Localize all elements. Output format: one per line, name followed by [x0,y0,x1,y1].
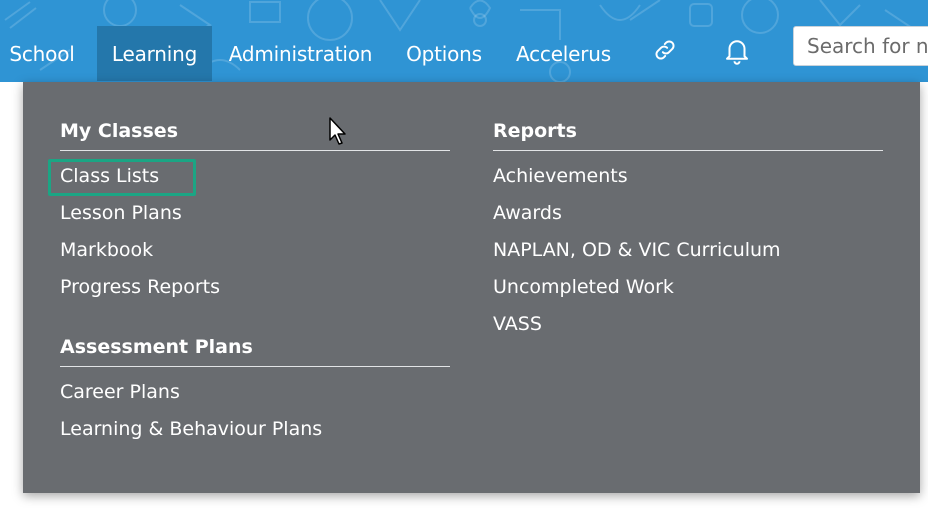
nav-learning[interactable]: Learning [97,26,212,81]
nav-options[interactable]: Options [400,26,488,81]
nav-accelerus[interactable]: Accelerus [510,26,617,81]
menu-item-uncompleted-work[interactable]: Uncompleted Work [493,274,883,311]
mouse-pointer-icon [329,117,346,145]
link-icon[interactable] [648,30,682,70]
menu-item-learning-behaviour-plans[interactable]: Learning & Behaviour Plans [60,416,450,453]
section-heading-my-classes: My Classes [60,120,450,151]
bell-icon[interactable] [718,30,756,70]
menu-item-naplan-od-vic-curriculum[interactable]: NAPLAN, OD & VIC Curriculum [493,237,883,274]
menu-item-career-plans[interactable]: Career Plans [60,379,450,416]
section-heading-assessment-plans: Assessment Plans [60,336,450,367]
learning-dropdown-menu: My Classes Class Lists Lesson Plans Mark… [23,82,920,493]
class-lists-highlight [48,159,196,196]
menu-item-lesson-plans[interactable]: Lesson Plans [60,200,450,237]
nav-administration[interactable]: Administration [224,26,377,81]
search-input[interactable] [793,26,928,66]
top-navigation-bar: School Learning Administration Options A… [0,0,928,82]
menu-item-achievements[interactable]: Achievements [493,163,883,200]
menu-item-vass[interactable]: VASS [493,311,883,348]
menu-item-awards[interactable]: Awards [493,200,883,237]
dropdown-right-column: Reports Achievements Awards NAPLAN, OD &… [493,120,883,348]
nav-school[interactable]: School [0,26,84,81]
menu-item-progress-reports[interactable]: Progress Reports [60,274,450,311]
section-heading-reports: Reports [493,120,883,151]
menu-item-markbook[interactable]: Markbook [60,237,450,274]
